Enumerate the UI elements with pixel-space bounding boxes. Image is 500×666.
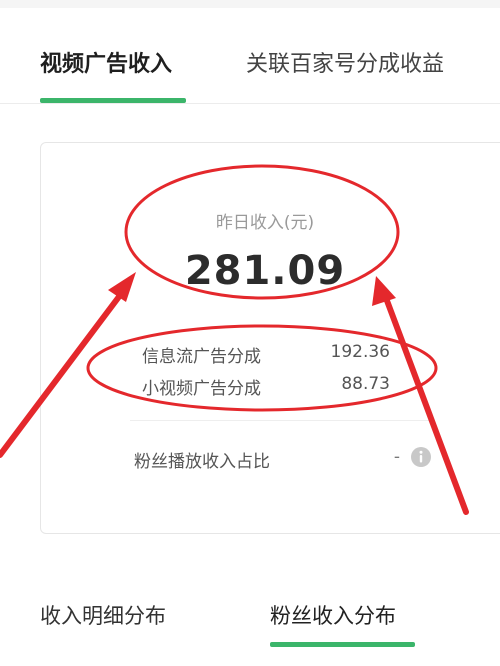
revenue-card [40,142,500,534]
short-video-ad-share-label: 小视频广告分成 [142,379,261,399]
active-tab-indicator [40,98,186,103]
feed-ad-share-label: 信息流广告分成 [142,347,261,367]
fan-play-revenue-ratio-value: - [393,447,400,467]
short-video-ad-share-value: 88.73 [341,374,390,394]
revenue-page: 视频广告收入 关联百家号分成收益 昨日收入(元) 281.09 信息流广告分成 … [0,0,500,666]
tab-revenue-detail-distribution[interactable]: 收入明细分布 [40,600,166,630]
card-divider [130,420,430,421]
fan-play-revenue-ratio-label: 粉丝播放收入占比 [134,452,270,472]
top-strip [0,0,500,8]
bottom-tab-bar: 收入明细分布 粉丝收入分布 [0,580,500,666]
bottom-active-tab-indicator [270,642,415,647]
info-icon[interactable] [410,446,432,468]
tab-baijiahao-share-revenue[interactable]: 关联百家号分成收益 [246,46,444,78]
tab-fan-revenue-distribution[interactable]: 粉丝收入分布 [270,600,396,630]
yesterday-revenue-label: 昨日收入(元) [215,213,315,233]
feed-ad-share-value: 192.36 [330,342,390,362]
tab-video-ad-revenue[interactable]: 视频广告收入 [40,46,172,78]
yesterday-revenue-value: 281.09 [184,248,346,294]
top-tab-bar: 视频广告收入 关联百家号分成收益 [0,8,500,104]
